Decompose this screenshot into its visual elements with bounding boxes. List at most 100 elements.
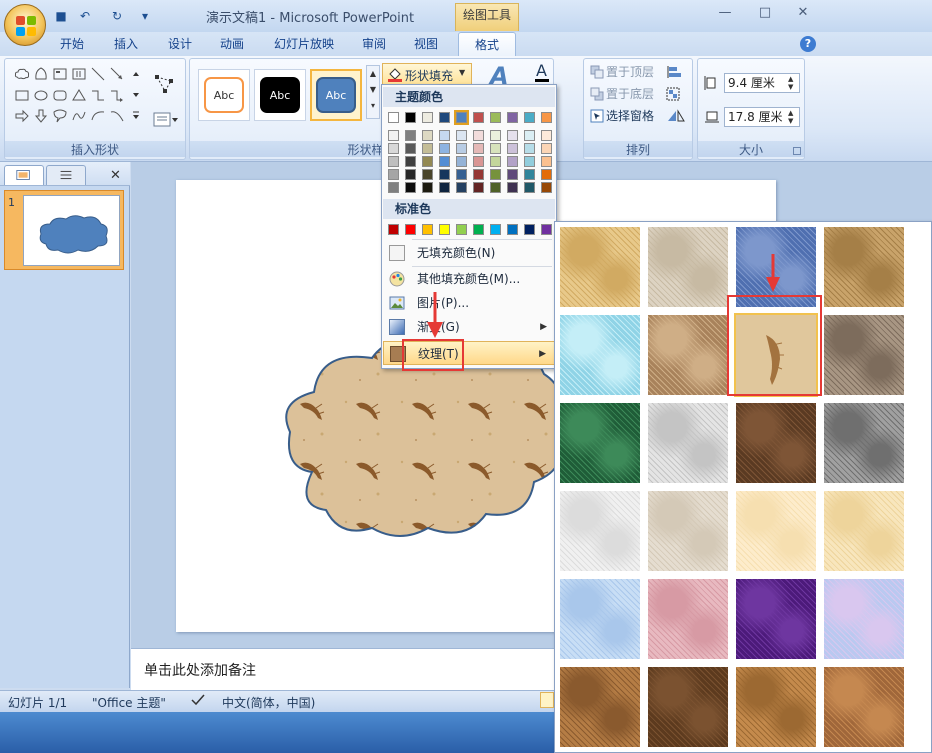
texture-tile-water-droplets[interactable] [560,315,640,395]
theme-shade-swatch[interactable] [405,182,416,193]
freeform-shape-icon[interactable] [108,107,126,125]
texture-tile-bouquet[interactable] [824,579,904,659]
tab-review[interactable]: 审阅 [354,32,394,56]
texture-tile-sand[interactable] [824,315,904,395]
theme-shade-swatch[interactable] [541,143,552,154]
theme-shade-swatch[interactable] [388,156,399,167]
theme-shade-swatch[interactable] [422,169,433,180]
theme-color-swatch[interactable] [541,112,552,123]
down-arrow-shape-icon[interactable] [32,107,50,125]
theme-shade-swatch[interactable] [473,143,484,154]
theme-shade-swatch[interactable] [524,169,535,180]
style-black-fill[interactable]: Abc [254,69,306,121]
theme-shade-swatch[interactable] [524,182,535,193]
tab-design[interactable]: 设计 [160,32,200,56]
tab-insert[interactable]: 插入 [106,32,146,56]
theme-shade-swatch[interactable] [490,169,501,180]
texture-tile-recycled-paper[interactable] [648,491,728,571]
save-icon[interactable]: ■ [52,7,70,25]
style-orange-outline[interactable]: Abc [198,69,250,121]
theme-color-swatch[interactable] [454,110,469,125]
theme-shade-swatch[interactable] [456,130,467,141]
standard-color-swatch[interactable] [388,224,399,235]
texture-tile-woven-mat[interactable] [824,227,904,307]
gallery-scroll-down-icon[interactable] [127,86,145,104]
curve-shape-icon[interactable] [70,107,88,125]
theme-color-swatch[interactable] [507,112,518,123]
elbow-arrow-shape-icon[interactable] [108,86,126,104]
gradient-fill-item[interactable]: 渐变(G) ▶ [383,315,555,339]
no-fill-item[interactable]: 无填充颜色(N) [383,241,555,265]
theme-shade-swatch[interactable] [490,156,501,167]
theme-shade-swatch[interactable] [405,156,416,167]
triangle-shape-icon[interactable] [70,86,88,104]
theme-shade-swatch[interactable] [490,143,501,154]
restore-button[interactable]: □ [752,4,778,22]
rounded-rectangle-shape-icon[interactable] [51,86,69,104]
theme-shade-swatch[interactable] [388,182,399,193]
standard-color-swatch[interactable] [541,224,552,235]
tab-animations[interactable]: 动画 [212,32,252,56]
theme-shade-swatch[interactable] [473,169,484,180]
theme-shade-swatch[interactable] [456,156,467,167]
theme-shade-swatch[interactable] [405,143,416,154]
theme-shade-swatch[interactable] [507,169,518,180]
theme-shade-swatch[interactable] [524,156,535,167]
redo-icon[interactable]: ↻ [108,7,126,25]
rectangle-shape-icon[interactable] [13,86,31,104]
vertical-text-box-shape-icon[interactable] [70,65,88,83]
tab-slides[interactable] [4,165,44,185]
size-dialog-launcher-icon[interactable] [793,147,801,155]
theme-shade-swatch[interactable] [422,156,433,167]
theme-shade-swatch[interactable] [439,143,450,154]
slide-thumbnail[interactable] [23,195,120,266]
callout-shape-icon[interactable] [51,107,69,125]
standard-color-swatch[interactable] [456,224,467,235]
theme-shade-swatch[interactable] [524,143,535,154]
line-shape-icon[interactable] [89,65,107,83]
text-box-shape-icon[interactable] [51,65,69,83]
theme-shade-swatch[interactable] [507,182,518,193]
gallery-scroll-up-icon[interactable] [127,65,145,83]
status-theme-name[interactable]: "Office 主题" [92,694,166,711]
style-blue-fill-selected[interactable]: Abc [310,69,362,121]
standard-color-swatch[interactable] [405,224,416,235]
theme-shade-swatch[interactable] [439,130,450,141]
more-fill-colors-item[interactable]: 其他填充颜色(M)... [383,267,555,291]
teardrop-shape-icon[interactable] [32,65,50,83]
group-objects-icon[interactable] [666,87,686,101]
theme-shade-swatch[interactable] [541,130,552,141]
theme-shade-swatch[interactable] [405,130,416,141]
texture-tile-granite[interactable] [824,403,904,483]
status-language[interactable]: 中文(简体，中国) [222,694,315,711]
theme-shade-swatch[interactable] [490,182,501,193]
bring-to-front-button[interactable]: 置于顶层 [606,63,654,81]
texture-tile-purple-mesh[interactable] [736,579,816,659]
theme-color-swatch[interactable] [439,112,450,123]
texture-tile-pink-tissue[interactable] [648,579,728,659]
texture-tile-medium-wood[interactable] [824,667,904,747]
close-pane-icon[interactable]: ✕ [110,168,121,183]
theme-shade-swatch[interactable] [439,156,450,167]
standard-color-swatch[interactable] [439,224,450,235]
texture-tile-paper-bag[interactable] [648,315,728,395]
office-button[interactable] [4,4,46,46]
texture-tile-white-marble[interactable] [648,403,728,483]
standard-color-swatch[interactable] [473,224,484,235]
theme-shade-swatch[interactable] [473,130,484,141]
align-icon[interactable] [666,65,686,79]
tab-outline[interactable] [46,165,86,185]
theme-shade-swatch[interactable] [422,143,433,154]
theme-color-swatch[interactable] [524,112,535,123]
width-spinner-icon[interactable]: ▲ ▼ [788,109,793,125]
text-box-insert-icon[interactable] [153,111,179,129]
tab-slide-show[interactable]: 幻灯片放映 [266,32,342,56]
gallery-more-icon[interactable] [127,107,145,125]
theme-color-swatch[interactable] [388,112,399,123]
standard-color-swatch[interactable] [422,224,433,235]
standard-color-swatch[interactable] [507,224,518,235]
style-gallery-scroll[interactable]: ▲ ▼ ▾ [366,65,380,119]
theme-color-swatch[interactable] [422,112,433,123]
cloud-shape-icon[interactable] [13,65,31,83]
edit-shape-icon[interactable] [153,73,175,95]
